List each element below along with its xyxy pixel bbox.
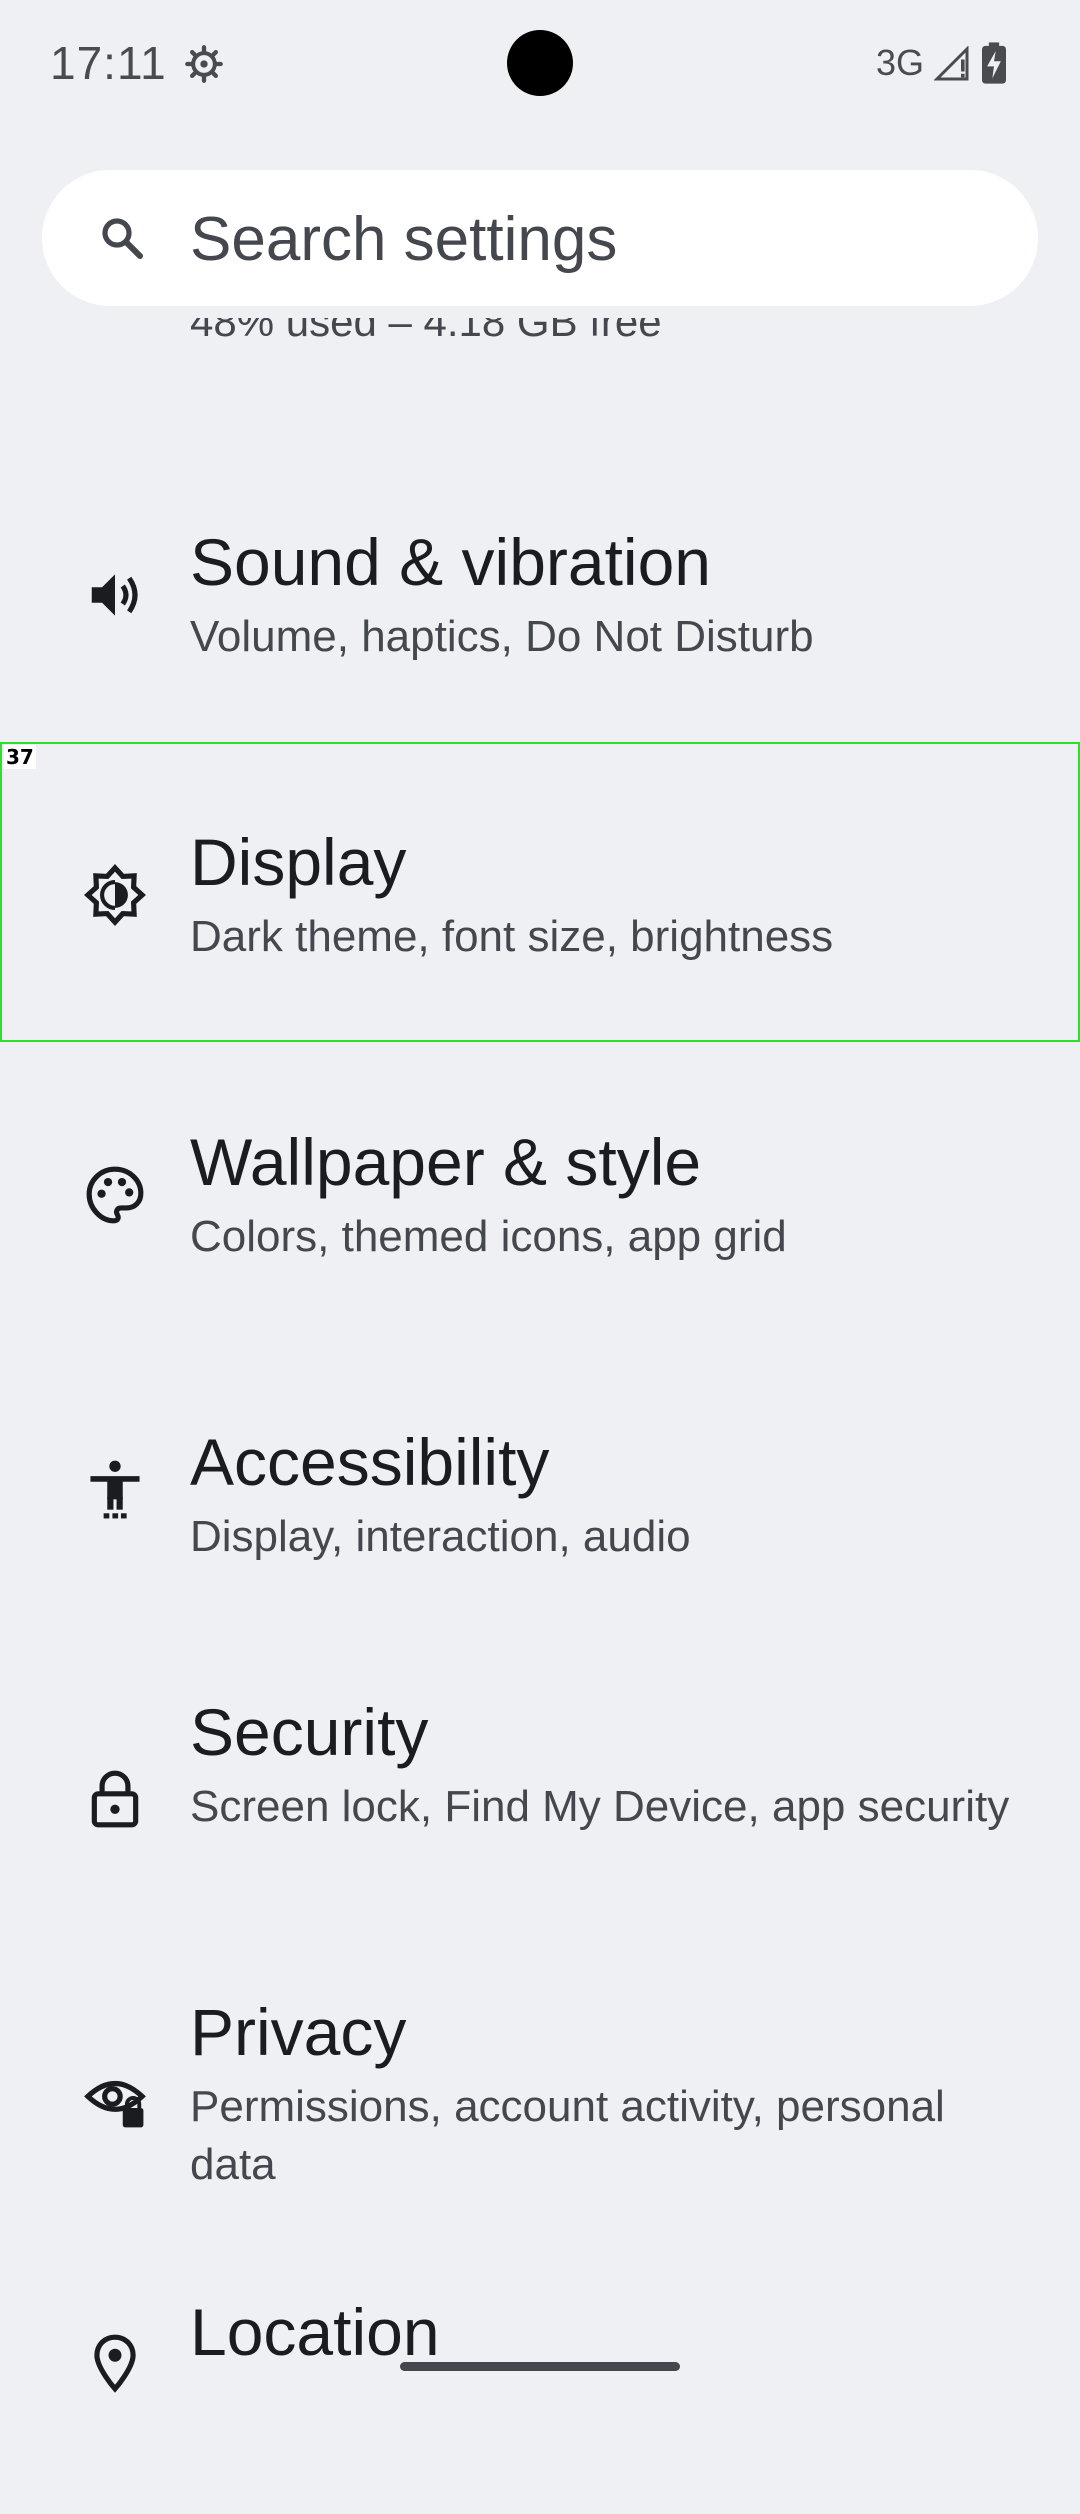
network-type-label: 3G [876, 42, 925, 83]
setting-title: Wallpaper & style [190, 1125, 702, 1199]
setting-summary: Colors, themed icons, app grid [190, 1212, 787, 1261]
volume-icon [91, 574, 138, 616]
palette-icon [86, 1166, 144, 1224]
setting-summary: Volume, haptics, Do Not Disturb [190, 612, 814, 661]
setting-display[interactable]: Display Dark theme, font size, brightnes… [0, 744, 1080, 1044]
privacy-icon [84, 2081, 146, 2128]
setting-title: Display [190, 825, 407, 899]
search-icon [102, 218, 143, 259]
location-icon [94, 2334, 136, 2393]
search-bar[interactable]: Search settings [42, 170, 1038, 306]
setting-summary: Dark theme, font size, brightness [190, 912, 834, 961]
brightness-icon [84, 864, 146, 926]
settings-gear-icon [185, 45, 223, 83]
setting-summary: Permissions, account activity, personal … [190, 2082, 945, 2189]
gesture-nav-handle[interactable] [400, 2362, 680, 2371]
setting-title: Privacy [190, 1995, 407, 2069]
lock-icon [91, 1770, 139, 1828]
setting-security[interactable]: Security Screen lock, Find My Device, ap… [0, 1614, 1080, 1914]
storage-summary-partial: 48% used – 4.18 GB free [190, 318, 662, 362]
signal-icon [934, 46, 969, 81]
setting-title: Sound & vibration [190, 525, 712, 599]
setting-sound-vibration[interactable]: Sound & vibration Volume, haptics, Do No… [0, 444, 1080, 744]
storage-summary-text: 48% used – 4.18 GB free [190, 318, 662, 345]
setting-title: Security [190, 1695, 429, 1769]
status-bar: 17:11 3G [0, 0, 1080, 130]
setting-privacy[interactable]: Privacy Permissions, account activity, p… [0, 1914, 1080, 2214]
accessibility-icon [90, 1460, 140, 1519]
camera-cutout [507, 30, 573, 96]
setting-summary: Screen lock, Find My Device, app securit… [190, 1782, 1010, 1831]
status-time: 17:11 [50, 37, 167, 89]
battery-charging-icon [982, 42, 1006, 84]
setting-title: Accessibility [190, 1425, 550, 1499]
setting-summary: Display, interaction, audio [190, 1512, 691, 1561]
setting-title: Location [190, 2295, 440, 2369]
setting-wallpaper-style[interactable]: Wallpaper & style Colors, themed icons, … [0, 1044, 1080, 1344]
search-placeholder: Search settings [190, 205, 618, 274]
setting-accessibility[interactable]: Accessibility Display, interaction, audi… [0, 1344, 1080, 1644]
